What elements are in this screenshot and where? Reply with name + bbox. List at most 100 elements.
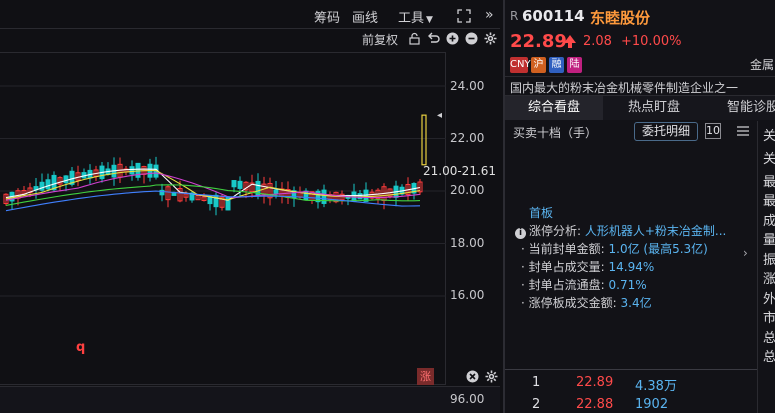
y-tick-label: 20.00 bbox=[450, 183, 485, 197]
side-label: 涨 bbox=[763, 272, 775, 287]
side-label: 振 bbox=[763, 253, 775, 268]
order-price: 22.89 bbox=[576, 375, 614, 390]
zoom-out-icon[interactable] bbox=[465, 32, 478, 45]
company-description-text: 国内最大的粉末冶金机械零件制造企业之一 bbox=[510, 81, 739, 95]
badge-cny[interactable]: CNY bbox=[510, 57, 531, 73]
limit-up-marker: 涨 bbox=[417, 368, 434, 385]
price-change-percent: +10.00% bbox=[621, 34, 682, 49]
q-marker: q bbox=[76, 340, 86, 355]
candle-body bbox=[129, 166, 135, 175]
y-tick-label: 18.00 bbox=[450, 236, 485, 250]
metric-label: 封单占流通盘: bbox=[528, 278, 605, 292]
info-icon: i bbox=[515, 228, 526, 239]
entrust-detail-button[interactable]: 委托明细 bbox=[634, 122, 698, 141]
side-label: 外 bbox=[763, 292, 775, 307]
metric-value: 3.4亿 bbox=[620, 296, 652, 310]
depth-level-selector[interactable]: 10 bbox=[705, 123, 721, 139]
kline-chart-svg[interactable] bbox=[0, 53, 446, 386]
table-row[interactable]: 2 22.88 1902 bbox=[505, 394, 757, 413]
chart-panel: 筹码 画线 工具 ▼ » 前复权 24.00 22.00 20.00 18.00… bbox=[0, 0, 500, 413]
stock-price: 22.89 bbox=[510, 31, 567, 52]
side-label: 总 bbox=[763, 331, 775, 346]
expand-arrow-icon[interactable]: › bbox=[743, 246, 748, 260]
candle-body bbox=[237, 180, 243, 189]
volume-tick-label: 96.00 bbox=[450, 392, 485, 406]
side-label: 量 bbox=[763, 233, 775, 248]
metric-label: 当前封单金额: bbox=[528, 242, 605, 256]
candle-body bbox=[45, 179, 51, 190]
side-label: 最 bbox=[763, 175, 775, 190]
price-range-label: 21.00-21.61 bbox=[423, 164, 497, 178]
adjust-mode-label[interactable]: 前复权 bbox=[362, 31, 398, 48]
depth-header: 买卖十档（手） 委托明细 10 bbox=[505, 121, 757, 143]
quote-tabs: 综合看盘 热点盯盘 智能诊股 bbox=[505, 96, 775, 120]
stock-name[interactable]: 东睦股份 bbox=[590, 7, 650, 28]
tools-menu-button[interactable]: 工具 ▼ bbox=[398, 7, 433, 26]
y-tick-label: 24.00 bbox=[450, 79, 485, 93]
badge-margin[interactable]: 融 bbox=[549, 57, 564, 73]
analysis-label: 涨停分析: bbox=[529, 224, 582, 238]
undo-icon[interactable] bbox=[427, 32, 440, 45]
side-label: 总 bbox=[763, 350, 775, 365]
depth-title: 买卖十档（手） bbox=[513, 126, 598, 140]
side-info-column: 关 关 最 最 成 量 振 涨 外 市 总 总 bbox=[757, 121, 775, 413]
first-board-label: 首板 bbox=[529, 206, 554, 220]
industry-tag[interactable]: 金属 bbox=[750, 56, 774, 73]
collapse-chevron-icon[interactable]: » bbox=[485, 7, 494, 23]
metric-value: 0.71% bbox=[608, 278, 647, 292]
pane-settings-gear-icon[interactable] bbox=[485, 370, 498, 383]
kline-chart-frame[interactable] bbox=[0, 52, 446, 385]
caret-down-icon: ▼ bbox=[426, 15, 433, 25]
zoom-in-icon[interactable] bbox=[446, 32, 459, 45]
settings-gear-icon[interactable] bbox=[484, 32, 497, 45]
candle-body bbox=[231, 180, 237, 188]
side-label: 关 bbox=[763, 152, 775, 167]
candle-body bbox=[321, 189, 327, 204]
side-label: 最 bbox=[763, 194, 775, 209]
volume-pane bbox=[0, 386, 500, 413]
analysis-value: 人形机器人+粉末冶金制... bbox=[584, 224, 727, 238]
metric-label: 封单占成交量: bbox=[528, 260, 605, 274]
metric-value: 1.0亿 (最高5.3亿) bbox=[608, 242, 708, 256]
side-label: 关 bbox=[763, 129, 775, 144]
order-index: 1 bbox=[532, 375, 541, 390]
menu-icon[interactable] bbox=[737, 126, 749, 136]
tab-smart-diagnosis[interactable]: 智能诊股 bbox=[705, 96, 775, 120]
candle-body bbox=[39, 181, 45, 191]
metric-row: · 涨停板成交金额: 3.4亿 bbox=[521, 296, 652, 310]
side-label: 成 bbox=[763, 214, 775, 229]
tools-label: 工具 bbox=[398, 11, 425, 26]
side-label: 市 bbox=[763, 311, 775, 326]
table-row[interactable]: 1 22.89 4.38万 bbox=[505, 372, 757, 394]
metric-row: · 封单占流通盘: 0.71% bbox=[521, 278, 647, 292]
badge-shanghai[interactable]: 沪 bbox=[531, 57, 546, 73]
company-description: 国内最大的粉末冶金机械零件制造企业之一 bbox=[505, 76, 775, 96]
tab-overview[interactable]: 综合看盘 bbox=[505, 96, 603, 120]
candle-body bbox=[273, 189, 279, 194]
order-index: 2 bbox=[532, 397, 541, 412]
chips-button[interactable]: 筹码 bbox=[314, 7, 340, 26]
limit-up-candle bbox=[421, 114, 427, 166]
order-volume: 4.38万 bbox=[635, 379, 677, 394]
metric-label: 涨停板成交金额: bbox=[528, 296, 617, 310]
quote-panel: R 600114 东睦股份 22.89 2.08 +10.00% CNY 沪 融… bbox=[503, 0, 775, 413]
y-tick-label: 22.00 bbox=[450, 131, 485, 145]
badge-connect[interactable]: 陆 bbox=[567, 57, 582, 73]
market-prefix: R bbox=[510, 9, 519, 23]
lock-icon[interactable] bbox=[408, 32, 421, 45]
close-icon[interactable] bbox=[466, 370, 479, 383]
price-change: 2.08 bbox=[583, 34, 612, 49]
candle-body bbox=[63, 175, 69, 184]
metric-value: 14.94% bbox=[608, 260, 655, 274]
order-price: 22.88 bbox=[576, 397, 614, 412]
chart-subbar: 前复权 bbox=[0, 28, 500, 48]
y-tick-label: 16.00 bbox=[450, 288, 485, 302]
tab-hot-watch[interactable]: 热点盯盘 bbox=[605, 96, 703, 120]
candle-body bbox=[303, 190, 309, 201]
collapse-marker-icon[interactable]: ◂ bbox=[437, 110, 442, 121]
candle-body bbox=[363, 189, 369, 202]
draw-line-button[interactable]: 画线 bbox=[352, 7, 378, 26]
limit-up-analysis-row[interactable]: i 涨停分析: 人形机器人+粉末冶金制... bbox=[515, 222, 755, 239]
fullscreen-icon[interactable] bbox=[457, 9, 471, 23]
chart-toolbar: 筹码 画线 工具 ▼ » bbox=[0, 4, 500, 26]
